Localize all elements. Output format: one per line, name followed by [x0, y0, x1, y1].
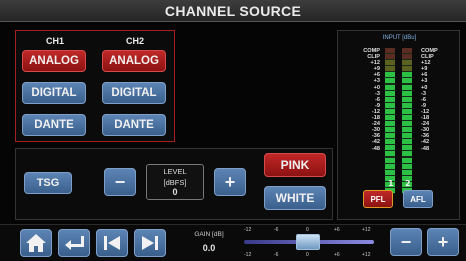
- meter-segment: [385, 84, 395, 90]
- meter-segment: [402, 133, 412, 139]
- gain-scale-top-5: +12: [362, 227, 371, 233]
- level-title: LEVEL: [163, 167, 187, 176]
- level-up-button[interactable]: +: [214, 168, 246, 196]
- meter-scale-right: COMP CLIP +12 +9 +6 +3 +0 -3 -6 -9 -12 -18 -24 -30 -36…: [421, 48, 451, 152]
- meter-scale-left: COMP CLIP +12 +9 +6 +3 +0 -3 -6 -9 -12 -18 -24 -30 -36…: [350, 48, 380, 152]
- meter-segment: [385, 121, 395, 127]
- ch2-level-meter: [402, 48, 412, 194]
- meter-segment: [402, 102, 412, 108]
- meter-ch1-label: 1: [388, 179, 394, 188]
- meter-segment: [402, 72, 412, 78]
- meter-segment: [402, 54, 412, 60]
- gain-down-button[interactable]: −: [390, 228, 422, 256]
- skip-forward-icon: [142, 236, 158, 250]
- skip-back-icon: [104, 236, 120, 250]
- input-meter-panel: INPUT [dBu] COMP CLIP +12 +9 +6 +3 +0 -3 -6 -9 -12…: [337, 30, 460, 220]
- gain-slider[interactable]: -12 -6 0 +6 +12 -12 -6 0 +6 +12: [240, 227, 378, 259]
- meter-segment: [385, 78, 395, 84]
- gain-value: 0.0: [202, 243, 216, 253]
- gain-up-button[interactable]: +: [427, 228, 459, 256]
- gain-label: GAIN [dB]: [194, 231, 224, 238]
- level-down-button[interactable]: −: [104, 168, 136, 196]
- gain-thumb[interactable]: [296, 234, 320, 250]
- gain-scale-bottom-3: 0: [306, 252, 309, 258]
- meter-segment: [402, 66, 412, 72]
- gain-scale-bottom-1: -12: [244, 252, 252, 258]
- meter-ch2-label: 2: [405, 179, 411, 188]
- meter-segment: [402, 163, 412, 169]
- meter-segment: [402, 169, 412, 175]
- gain-scale-bottom-5: +12: [362, 252, 371, 258]
- meter-segment: [385, 145, 395, 151]
- meter-segment: [385, 102, 395, 108]
- meter-segment: [402, 157, 412, 163]
- ch2-analog-button[interactable]: ANALOG: [102, 50, 166, 72]
- home-icon: [26, 234, 46, 252]
- meter-segment: [402, 145, 412, 151]
- return-icon: [65, 236, 84, 250]
- pfl-button[interactable]: PFL: [363, 190, 393, 208]
- ch1-level-meter: [385, 48, 395, 194]
- meter-segment: [385, 139, 395, 145]
- meter-segment: [385, 114, 395, 120]
- meter-scale-right-tick-16: -48: [421, 145, 430, 152]
- gain-scale-top-4: +6: [334, 227, 340, 233]
- tsg-button[interactable]: TSG: [24, 172, 72, 194]
- level-value: 0: [172, 187, 178, 197]
- home-button[interactable]: [20, 229, 52, 257]
- meter-segment: [402, 121, 412, 127]
- meter-segment: [385, 127, 395, 133]
- gain-scale-top-1: -12: [244, 227, 252, 233]
- meter-segment: [385, 90, 395, 96]
- level-unit: [dBFS]: [163, 178, 187, 187]
- meter-segment: [385, 72, 395, 78]
- meter-segment: [402, 84, 412, 90]
- meter-segment: [385, 108, 395, 114]
- meter-segment: [385, 163, 395, 169]
- ch1-label: CH1: [45, 36, 64, 46]
- ch1-analog-button[interactable]: ANALOG: [22, 50, 86, 72]
- meter-title: INPUT [dBu]: [382, 35, 417, 41]
- meter-segment: [402, 108, 412, 114]
- ch1-digital-button[interactable]: DIGITAL: [22, 82, 86, 104]
- page-title: CHANNEL SOURCE: [0, 0, 466, 22]
- meter-segment: [385, 60, 395, 66]
- pink-noise-button[interactable]: PINK: [264, 153, 326, 177]
- meter-segment: [402, 60, 412, 66]
- ch2-dante-button[interactable]: DANTE: [102, 114, 166, 136]
- skip-back-button[interactable]: [96, 229, 128, 257]
- gain-scale-bottom-2: -6: [274, 252, 279, 258]
- meter-segment: [402, 139, 412, 145]
- gain-scale-bottom-4: +6: [334, 252, 340, 258]
- meter-segment: [385, 169, 395, 175]
- meter-segment: [385, 151, 395, 157]
- meter-segment: [385, 48, 395, 54]
- meter-segment: [385, 133, 395, 139]
- meter-segment: [402, 78, 412, 84]
- meter-segment: [385, 157, 395, 163]
- level-display: LEVEL [dBFS] 0: [146, 164, 204, 200]
- return-button[interactable]: [58, 229, 90, 257]
- meter-segment: [385, 54, 395, 60]
- meter-segment: [385, 66, 395, 72]
- meter-segment: [402, 114, 412, 120]
- meter-segment: [402, 90, 412, 96]
- afl-button[interactable]: AFL: [403, 190, 433, 208]
- meter-segment: [402, 48, 412, 54]
- meter-segment: [402, 96, 412, 102]
- meter-segment: [385, 96, 395, 102]
- gain-scale-top-2: -6: [274, 227, 279, 233]
- ch2-label: CH2: [125, 36, 144, 46]
- meter-segment: [402, 127, 412, 133]
- gain-scale-top-3: 0: [306, 227, 309, 233]
- white-noise-button[interactable]: WHITE: [264, 186, 326, 210]
- ch2-digital-button[interactable]: DIGITAL: [102, 82, 166, 104]
- skip-forward-button[interactable]: [134, 229, 166, 257]
- meter-scale-left-tick-16: -48: [371, 145, 380, 152]
- ch1-dante-button[interactable]: DANTE: [22, 114, 86, 136]
- meter-segment: [402, 151, 412, 157]
